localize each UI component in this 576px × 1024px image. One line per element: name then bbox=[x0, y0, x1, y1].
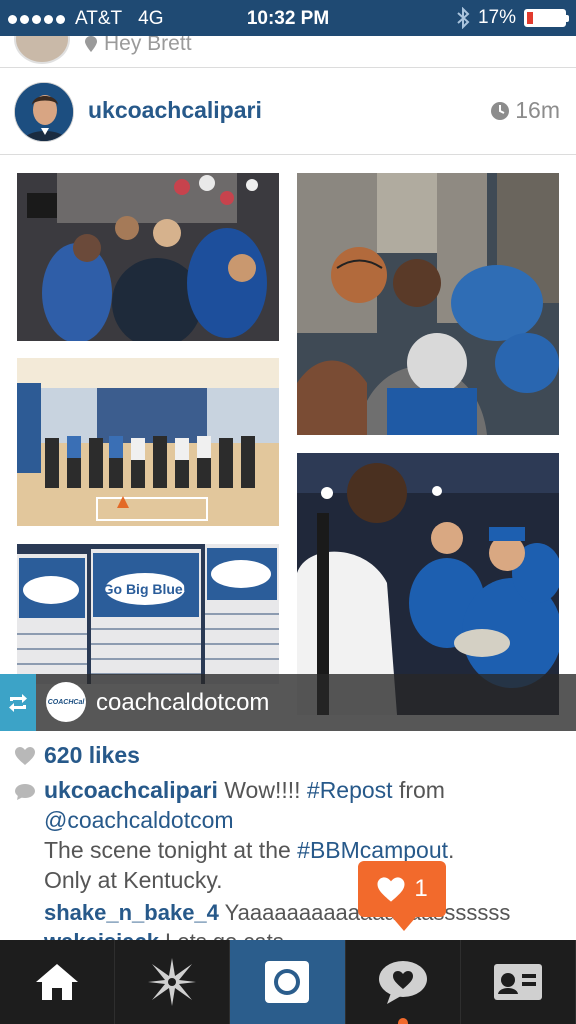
caption-text-1: Wow!!!! bbox=[224, 777, 301, 803]
photo-player-basketball bbox=[297, 173, 559, 435]
explore-star-icon bbox=[148, 958, 197, 1006]
clock-icon bbox=[491, 101, 510, 120]
tab-camera[interactable] bbox=[230, 940, 346, 1024]
photo-crowd-signing bbox=[17, 173, 279, 341]
post-photo-collage[interactable]: Go Big Blue! bbox=[0, 156, 576, 731]
previous-post-location[interactable]: Hey Brett bbox=[104, 36, 192, 56]
heart-icon bbox=[15, 746, 35, 765]
caption-hashtag-bbmcampout[interactable]: #BBMcampout bbox=[297, 837, 448, 863]
tab-activity[interactable] bbox=[346, 940, 461, 1024]
comment-bubble-icon bbox=[15, 784, 35, 800]
activity-bubble-icon bbox=[378, 961, 427, 1004]
pizza-box-slogan: Go Big Blue! bbox=[103, 581, 188, 597]
post-username[interactable]: ukcoachcalipari bbox=[88, 97, 262, 124]
caption-text-3: The scene tonight at the bbox=[44, 837, 291, 863]
tab-profile[interactable] bbox=[461, 940, 576, 1024]
activity-indicator-dot bbox=[397, 1018, 408, 1024]
repost-icon bbox=[0, 674, 36, 731]
battery-percent: 17% bbox=[477, 7, 516, 28]
location-pin-icon bbox=[85, 36, 97, 52]
post-time-label: 16m bbox=[515, 97, 560, 123]
post-caption: ukcoachcalipari Wow!!!! #Repost from @co… bbox=[14, 775, 564, 895]
profile-card-icon bbox=[493, 964, 542, 1000]
user-avatar[interactable] bbox=[14, 82, 74, 142]
caption-text-2: from bbox=[398, 777, 445, 803]
heart-icon bbox=[377, 876, 405, 902]
battery-icon bbox=[524, 9, 569, 27]
post-time: 16m bbox=[490, 97, 560, 124]
previous-post-avatar[interactable] bbox=[14, 36, 70, 64]
caption-mention[interactable]: @coachcaldotcom bbox=[44, 807, 234, 833]
activity-notification-popup[interactable]: 1 bbox=[358, 861, 446, 931]
repost-source-username[interactable]: coachcaldotcom bbox=[96, 689, 269, 717]
post-header: ukcoachcalipari 16m bbox=[0, 69, 576, 155]
caption-hashtag-repost[interactable]: #Repost bbox=[307, 777, 393, 803]
comment-username[interactable]: shake_n_bake_4 bbox=[44, 900, 219, 925]
previous-post-remnant: Hey Brett bbox=[0, 36, 576, 68]
caption-text-5: Only at Kentucky. bbox=[44, 867, 223, 893]
photo-pizza-boxes: Go Big Blue! bbox=[17, 544, 279, 684]
repost-source-avatar[interactable]: COACHCal bbox=[46, 682, 86, 722]
bluetooth-icon bbox=[457, 7, 470, 29]
caption-text-4: . bbox=[448, 837, 455, 863]
notification-count: 1 bbox=[414, 875, 428, 902]
likes-count[interactable]: 620 likes bbox=[44, 742, 140, 769]
status-bar: AT&T 4G 10:32 PM 17% bbox=[0, 0, 576, 36]
camera-icon bbox=[265, 961, 310, 1003]
photo-group-room bbox=[17, 358, 279, 526]
tab-home[interactable] bbox=[0, 940, 116, 1024]
tab-explore[interactable] bbox=[115, 940, 231, 1024]
likes-row[interactable]: 620 likes bbox=[14, 742, 140, 769]
repost-attribution-bar[interactable]: COACHCal coachcaldotcom bbox=[0, 674, 576, 731]
home-icon bbox=[36, 964, 79, 1000]
bottom-tab-bar bbox=[0, 940, 576, 1024]
caption-username[interactable]: ukcoachcalipari bbox=[44, 777, 218, 803]
